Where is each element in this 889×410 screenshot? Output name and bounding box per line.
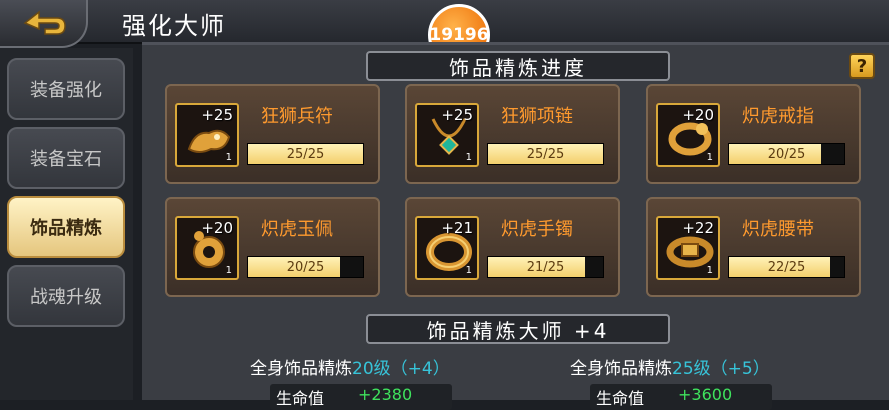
page-title: 强化大师 — [122, 12, 226, 40]
item-slot[interactable]: +25 1 — [175, 103, 239, 167]
item-slot[interactable]: +20 1 — [175, 216, 239, 280]
item-slot[interactable]: +25 1 — [415, 103, 479, 167]
back-button[interactable] — [0, 0, 88, 48]
sidebar-item-accessory-refine[interactable]: 饰品精炼 — [7, 196, 125, 258]
item-level: +25 — [441, 106, 473, 124]
accessory-card[interactable]: +25 1 狂狮兵符 25/25 — [165, 84, 380, 184]
progress-text: 25/25 — [526, 146, 565, 162]
item-name: 炽虎手镯 — [501, 219, 573, 240]
item-count: 1 — [465, 265, 472, 276]
back-arrow-icon — [23, 10, 66, 35]
item-level: +20 — [682, 106, 714, 124]
progress-text: 21/25 — [526, 259, 565, 275]
item-level: +22 — [682, 219, 714, 237]
progress-text: 22/25 — [767, 259, 806, 275]
help-button[interactable]: ? — [849, 53, 875, 79]
master-section-title: 饰品精炼大师 +4 — [366, 314, 670, 344]
item-name: 狂狮项链 — [501, 106, 573, 127]
sidebar: 装备强化 装备宝石 饰品精炼 战魂升级 — [0, 48, 133, 400]
refine-progress-bar: 21/25 — [487, 256, 604, 278]
progress-section-title: 饰品精炼进度 — [366, 51, 670, 81]
item-count: 1 — [465, 152, 472, 163]
item-count: 1 — [225, 265, 232, 276]
sidebar-item-equipment-enhance[interactable]: 装备强化 — [7, 58, 125, 120]
accessory-card[interactable]: +20 1 炽虎戒指 20/25 — [646, 84, 861, 184]
accessory-card[interactable]: +22 1 炽虎腰带 22/25 — [646, 197, 861, 297]
accessory-card[interactable]: +21 1 炽虎手镯 21/25 — [405, 197, 620, 297]
progress-text: 25/25 — [286, 146, 325, 162]
refine-progress-bar: 22/25 — [728, 256, 845, 278]
item-level: +21 — [441, 219, 473, 237]
next-bonus-line: 全身饰品精炼25级（+5） — [570, 359, 770, 379]
sidebar-item-war-soul-upgrade[interactable]: 战魂升级 — [7, 265, 125, 327]
next-stat-row: 生命值 +3600 — [590, 384, 772, 410]
refine-progress-bar: 20/25 — [728, 143, 845, 165]
item-slot[interactable]: +22 1 — [656, 216, 720, 280]
refine-progress-bar: 25/25 — [247, 143, 364, 165]
refine-progress-bar: 25/25 — [487, 143, 604, 165]
refine-progress-bar: 20/25 — [247, 256, 364, 278]
item-slot[interactable]: +20 1 — [656, 103, 720, 167]
item-level: +20 — [201, 219, 233, 237]
item-name: 炽虎戒指 — [742, 106, 814, 127]
sidebar-item-equipment-gems[interactable]: 装备宝石 — [7, 127, 125, 189]
item-slot[interactable]: +21 1 — [415, 216, 479, 280]
accessory-card[interactable]: +20 1 炽虎玉佩 20/25 — [165, 197, 380, 297]
item-level: +25 — [201, 106, 233, 124]
current-stat-row: 生命值 +2380 — [270, 384, 452, 410]
progress-text: 20/25 — [767, 146, 806, 162]
item-count: 1 — [225, 152, 232, 163]
item-name: 狂狮兵符 — [261, 106, 333, 127]
item-count: 1 — [706, 152, 713, 163]
item-name: 炽虎腰带 — [742, 219, 814, 240]
current-bonus-line: 全身饰品精炼20级（+4） — [250, 359, 450, 379]
accessory-card[interactable]: +25 1 狂狮项链 25/25 — [405, 84, 620, 184]
item-count: 1 — [706, 265, 713, 276]
item-name: 炽虎玉佩 — [261, 219, 333, 240]
progress-text: 20/25 — [286, 259, 325, 275]
